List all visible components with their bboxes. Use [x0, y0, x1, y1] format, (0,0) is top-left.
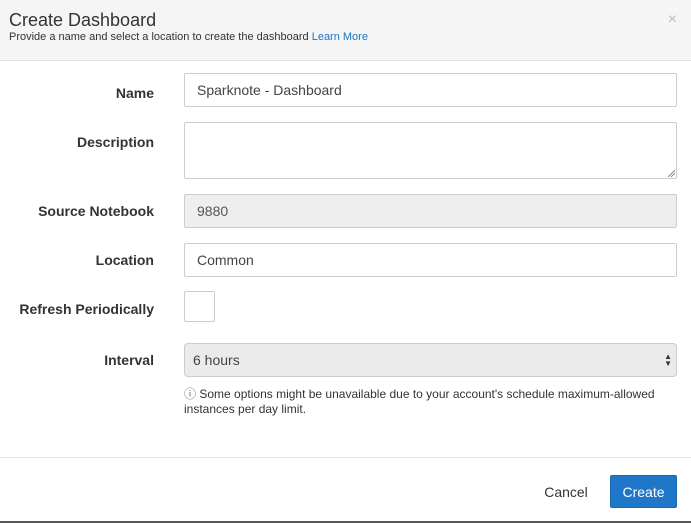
info-icon: ⓘ [184, 387, 197, 401]
description-textarea[interactable] [184, 122, 677, 179]
source-notebook-field: 9880 [184, 194, 677, 228]
select-arrows-icon: ▲ ▼ [664, 352, 672, 368]
interval-label: Interval [104, 352, 154, 368]
create-button[interactable]: Create [610, 475, 677, 508]
location-label: Location [95, 252, 154, 268]
dialog-title: Create Dashboard [9, 10, 157, 30]
dialog-header: Create Dashboard Provide a name and sele… [0, 0, 691, 61]
name-input[interactable] [184, 73, 677, 107]
dialog-footer: Cancel Create [0, 457, 691, 523]
interval-selected-value: 6 hours [193, 352, 240, 368]
close-icon[interactable]: × [668, 12, 677, 28]
learn-more-link[interactable]: Learn More [312, 31, 368, 43]
dialog-subtitle: Provide a name and select a location to … [9, 31, 368, 43]
name-label: Name [115, 85, 154, 101]
description-wrapper [184, 122, 677, 179]
interval-select[interactable]: 6 hours ▲ ▼ [184, 343, 677, 377]
refresh-periodically-label: Refresh Periodically [19, 301, 154, 317]
resize-grip-icon[interactable] [667, 169, 675, 177]
description-label: Description [76, 134, 154, 150]
create-dashboard-dialog: Create Dashboard Provide a name and sele… [0, 0, 691, 523]
source-notebook-label: Source Notebook [38, 203, 154, 219]
note-text: Some options might be unavailable due to… [184, 387, 655, 416]
subtitle-text: Provide a name and select a location to … [9, 31, 309, 43]
cancel-button[interactable]: Cancel [530, 476, 602, 508]
refresh-periodically-checkbox[interactable] [184, 291, 215, 322]
location-input[interactable] [184, 243, 677, 277]
schedule-limit-note: ⓘ Some options might be unavailable due … [184, 387, 674, 417]
